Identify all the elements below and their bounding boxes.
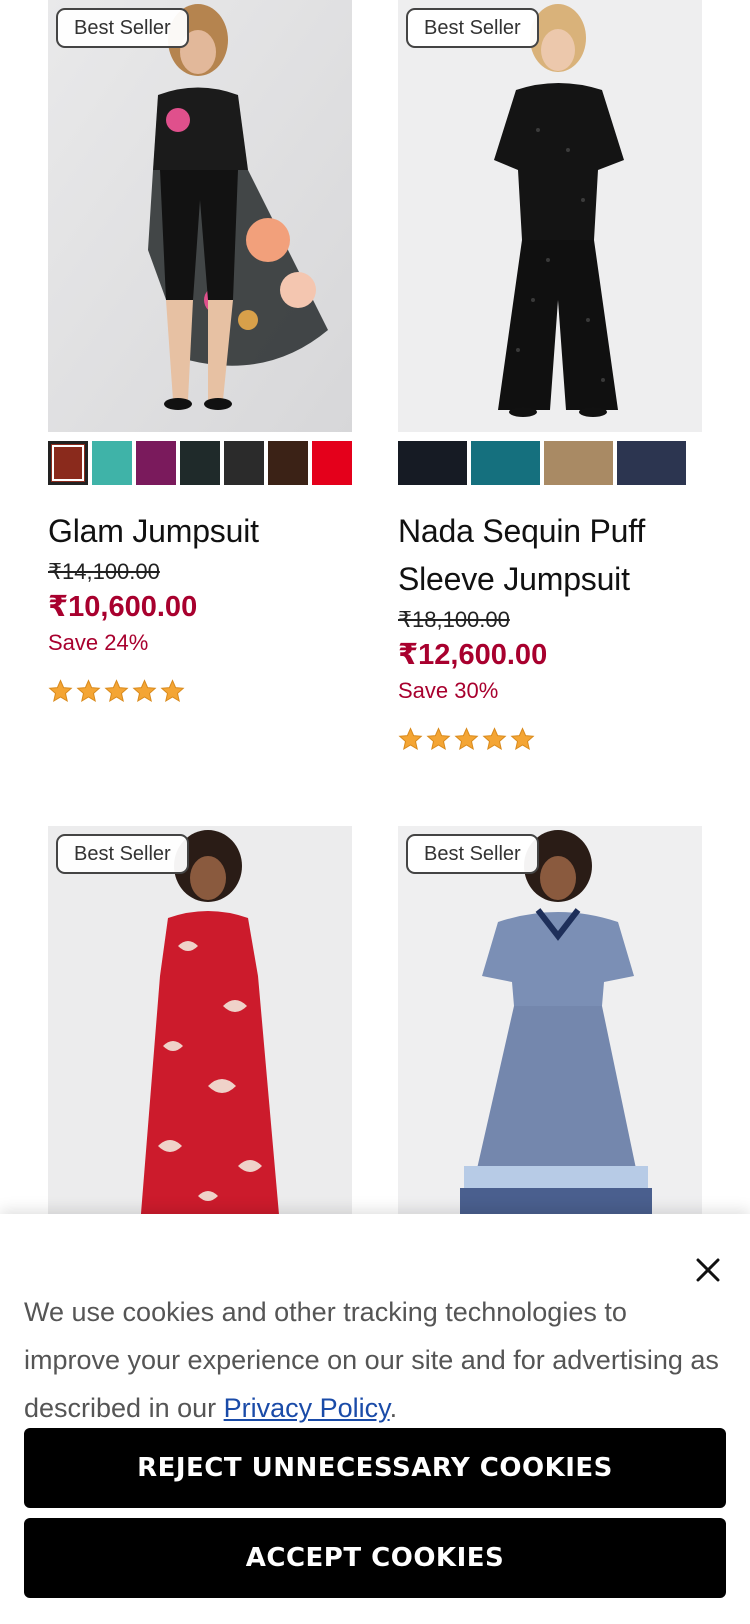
color-swatch[interactable]	[224, 441, 264, 485]
star-icon	[510, 727, 535, 751]
cookie-consent-banner: We use cookies and other tracking techno…	[0, 1214, 750, 1624]
color-swatch[interactable]	[136, 441, 176, 485]
product-listing-page: Best Seller Glam Jumpsuit ₹14,100.00 ₹10…	[0, 0, 750, 1624]
color-swatch[interactable]	[180, 441, 220, 485]
product-card[interactable]: Best Seller Nada Sequin Puff Sleeve Jump…	[398, 0, 702, 752]
savings-text: Save 30%	[398, 678, 499, 703]
privacy-policy-link[interactable]: Privacy Policy	[224, 1393, 390, 1423]
product-image[interactable]: Best Seller	[398, 826, 702, 1258]
original-price: ₹14,100.00	[48, 559, 160, 584]
star-icon	[104, 679, 129, 703]
product-image[interactable]: Best Seller	[48, 0, 352, 432]
product-name[interactable]: Glam Jumpsuit	[48, 507, 352, 555]
sale-price: ₹10,600.00	[48, 591, 198, 623]
sale-price: ₹12,600.00	[398, 639, 548, 671]
savings-text: Save 24%	[48, 630, 149, 655]
model-red-floral-dress-image	[48, 826, 352, 1258]
best-seller-badge[interactable]: Best Seller	[406, 8, 539, 48]
product-name[interactable]: Nada Sequin Puff Sleeve Jumpsuit	[398, 507, 702, 603]
star-icon	[426, 727, 451, 751]
color-swatch[interactable]	[312, 441, 352, 485]
color-swatch[interactable]	[92, 441, 132, 485]
star-icon	[454, 727, 479, 751]
color-swatch[interactable]	[544, 441, 613, 485]
star-icon	[482, 727, 507, 751]
product-image[interactable]: Best Seller	[398, 0, 702, 432]
star-icon	[160, 679, 185, 703]
star-icon	[48, 679, 73, 703]
color-swatch[interactable]	[268, 441, 308, 485]
product-image[interactable]: Best Seller	[48, 826, 352, 1258]
cookie-message: We use cookies and other tracking techno…	[24, 1297, 719, 1423]
star-rating	[398, 727, 702, 752]
best-seller-badge[interactable]: Best Seller	[56, 834, 189, 874]
model-blue-print-dress-image	[398, 826, 702, 1258]
color-swatches	[48, 441, 352, 485]
original-price: ₹18,100.00	[398, 607, 510, 632]
close-icon[interactable]	[692, 1254, 724, 1286]
color-swatch[interactable]	[617, 441, 686, 485]
product-card[interactable]: Best Seller	[398, 826, 702, 1258]
star-icon	[398, 727, 423, 751]
best-seller-badge[interactable]: Best Seller	[56, 8, 189, 48]
accept-cookies-button[interactable]: ACCEPT COOKIES	[24, 1518, 726, 1598]
star-icon	[76, 679, 101, 703]
model-sequin-jumpsuit-image	[398, 0, 702, 432]
star-rating	[48, 679, 352, 704]
star-icon	[132, 679, 157, 703]
product-card[interactable]: Best Seller	[48, 826, 352, 1258]
product-card[interactable]: Best Seller Glam Jumpsuit ₹14,100.00 ₹10…	[48, 0, 352, 704]
model-floral-jumpsuit-image	[48, 0, 352, 432]
color-swatch[interactable]	[471, 441, 540, 485]
color-swatches	[398, 441, 702, 485]
reject-cookies-button[interactable]: REJECT UNNECESSARY COOKIES	[24, 1428, 726, 1508]
color-swatch-selected[interactable]	[48, 441, 88, 485]
best-seller-badge[interactable]: Best Seller	[406, 834, 539, 874]
color-swatch[interactable]	[398, 441, 467, 485]
